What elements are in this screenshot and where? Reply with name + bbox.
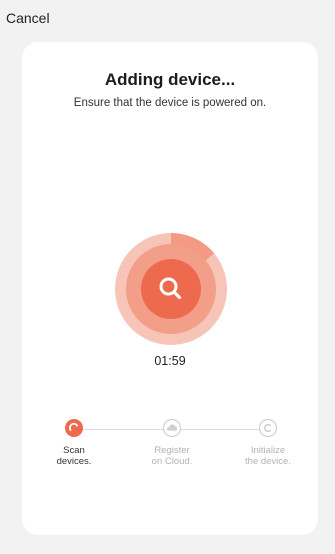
initialize-icon — [258, 418, 278, 438]
cancel-button[interactable]: Cancel — [6, 10, 50, 26]
cloud-icon — [162, 418, 182, 438]
adding-device-card: Adding device... Ensure that the device … — [22, 42, 318, 535]
progress-steps: Scan devices. Register on Cloud. Initial… — [22, 418, 318, 478]
step-initialize-device: Initialize the device. — [228, 418, 308, 467]
spinner-icon — [65, 419, 83, 437]
step-label-scan: Scan devices. — [56, 445, 92, 467]
step-register-cloud: Register on Cloud. — [132, 418, 212, 467]
step-label-initialize: Initialize the device. — [245, 445, 291, 467]
page-title: Adding device... — [104, 70, 236, 89]
add-device-screen: Cancel Adding device... Ensure that the … — [0, 0, 335, 554]
step-label-register: Register on Cloud. — [151, 445, 193, 467]
step-scan-devices: Scan devices. — [34, 418, 114, 467]
page-subtitle: Ensure that the device is powered on. — [73, 97, 267, 109]
scanner-core — [141, 259, 201, 319]
countdown-timer: 01:59 — [154, 354, 186, 368]
scan-progress-indicator — [115, 233, 227, 345]
